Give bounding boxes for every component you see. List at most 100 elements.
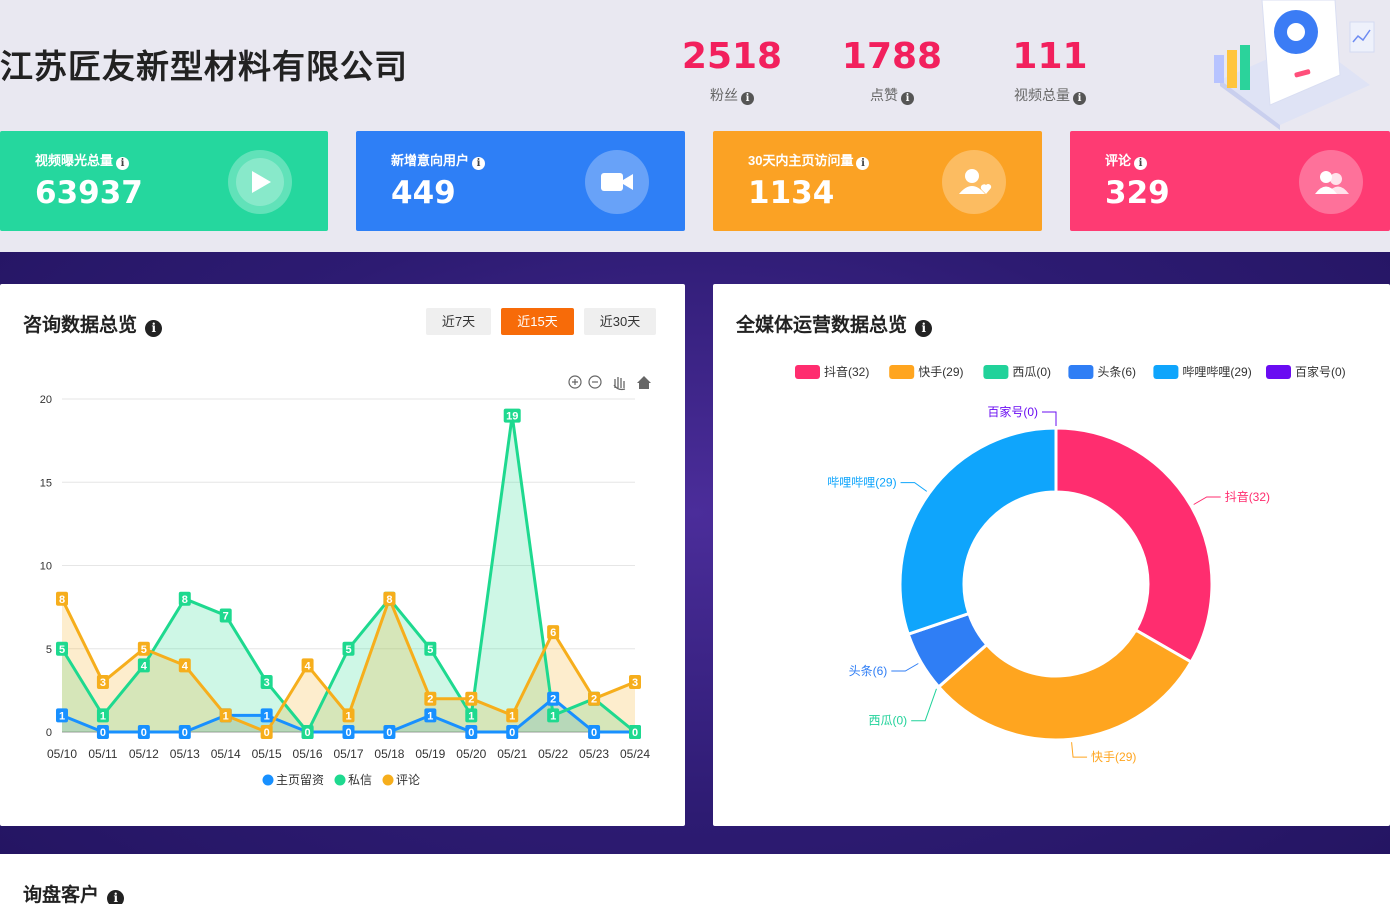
legend-item[interactable]: 评论 (382, 773, 421, 787)
data-label: 0 (468, 727, 474, 739)
data-point[interactable]: 0 (342, 725, 355, 739)
data-point[interactable]: 1 (219, 708, 232, 723)
data-point[interactable]: 5 (424, 641, 437, 656)
x-tick-label: 05/23 (579, 747, 609, 761)
info-icon[interactable]: i (1134, 157, 1148, 170)
data-point[interactable]: 1 (56, 708, 68, 723)
header: 江苏匠友新型材料有限公司 2518 粉丝 i 1788 点赞 i 111 视频总量 i… (0, 0, 1390, 252)
data-point[interactable]: 4 (137, 658, 150, 673)
data-label: 1 (100, 710, 106, 722)
home-reset-icon[interactable] (637, 376, 651, 389)
data-point[interactable]: 2 (588, 691, 601, 706)
x-tick-label: 05/19 (415, 747, 445, 761)
info-icon[interactable]: i (856, 157, 870, 170)
data-point[interactable]: 4 (301, 658, 314, 673)
data-point[interactable]: 8 (383, 591, 396, 606)
data-label: 0 (591, 727, 597, 739)
legend-item[interactable]: 哔哩哔哩(29) (1153, 365, 1252, 379)
data-point[interactable]: 0 (301, 725, 314, 739)
data-label: 0 (264, 727, 270, 739)
data-point[interactable]: 19 (503, 408, 521, 423)
data-point[interactable]: 0 (96, 725, 109, 739)
data-label: 8 (59, 594, 65, 606)
data-point[interactable]: 0 (260, 725, 273, 739)
info-icon[interactable]: i (116, 157, 130, 170)
data-label: 1 (345, 710, 351, 722)
info-icon[interactable]: i (107, 890, 125, 904)
y-tick-label: 0 (46, 727, 52, 739)
legend-item[interactable]: 快手(29) (889, 365, 964, 379)
data-point[interactable]: 7 (219, 608, 232, 623)
legend-item[interactable]: 西瓜(0) (983, 365, 1051, 379)
kpi-card-new-users[interactable]: 新增意向用户 i 449 (356, 131, 685, 231)
data-label: 5 (427, 644, 433, 656)
user-heart-icon (942, 150, 1006, 214)
data-point[interactable]: 5 (56, 641, 68, 656)
card-value: 449 (391, 175, 456, 211)
data-point[interactable]: 0 (178, 725, 191, 739)
slice-label: 哔哩哔哩(29) (827, 476, 896, 490)
card-title: 视频曝光总量 i (35, 150, 130, 170)
donut-slice[interactable] (898, 426, 1058, 637)
data-point[interactable]: 0 (137, 725, 150, 739)
data-point[interactable]: 0 (588, 725, 601, 739)
kpi-card-visits[interactable]: 30天内主页访问量 i 1134 (713, 131, 1042, 231)
donut-slice[interactable] (1054, 426, 1214, 665)
data-point[interactable]: 4 (178, 658, 191, 673)
data-label: 2 (591, 694, 597, 706)
data-point[interactable]: 8 (56, 591, 68, 606)
data-point[interactable]: 0 (506, 725, 519, 739)
data-label: 19 (506, 411, 518, 423)
kpi-card-comments[interactable]: 评论 i 329 (1070, 131, 1390, 231)
data-point[interactable]: 1 (465, 708, 478, 723)
video-camera-icon (585, 150, 649, 214)
data-point[interactable]: 0 (465, 725, 478, 739)
data-label: 0 (305, 727, 311, 739)
data-point[interactable]: 0 (383, 725, 396, 739)
zoom-out-icon[interactable] (588, 375, 602, 389)
data-point[interactable]: 1 (260, 708, 273, 723)
data-label: 1 (468, 710, 474, 722)
slice-label: 抖音(32) (1225, 489, 1270, 504)
data-point[interactable]: 5 (342, 641, 355, 656)
data-point[interactable]: 1 (547, 708, 560, 723)
y-tick-label: 15 (40, 477, 52, 489)
card-value: 1134 (748, 175, 835, 211)
data-label: 1 (59, 710, 65, 722)
data-point[interactable]: 2 (547, 691, 560, 706)
legend-label: 头条(6) (1097, 365, 1136, 379)
data-point[interactable]: 3 (629, 675, 641, 690)
legend-item[interactable]: 百家号(0) (1266, 364, 1346, 379)
data-point[interactable]: 1 (424, 708, 437, 723)
data-point[interactable]: 3 (260, 675, 273, 690)
data-label: 4 (305, 660, 312, 672)
info-icon[interactable]: i (1073, 92, 1086, 105)
data-point[interactable]: 0 (629, 725, 641, 739)
info-icon[interactable]: i (741, 92, 754, 105)
info-icon[interactable]: i (901, 92, 914, 105)
kpi-card-exposure[interactable]: 视频曝光总量 i 63937 (0, 131, 328, 231)
info-icon[interactable]: i (472, 157, 486, 170)
legend-item[interactable]: 头条(6) (1068, 365, 1136, 379)
data-point[interactable]: 1 (96, 708, 109, 723)
legend-item[interactable]: 私信 (334, 773, 373, 787)
data-point[interactable]: 1 (342, 708, 355, 723)
legend-item[interactable]: 抖音(32) (795, 364, 869, 379)
data-label: 0 (100, 727, 106, 739)
data-point[interactable]: 5 (137, 641, 150, 656)
data-point[interactable]: 2 (465, 691, 478, 706)
data-point[interactable]: 1 (506, 708, 519, 723)
data-point[interactable]: 8 (178, 591, 191, 606)
x-tick-label: 05/17 (333, 747, 363, 761)
x-tick-label: 05/21 (497, 747, 527, 761)
x-tick-label: 05/18 (374, 747, 404, 761)
zoom-in-icon[interactable] (568, 375, 582, 389)
card-title: 新增意向用户 i (391, 150, 486, 170)
data-point[interactable]: 6 (547, 625, 560, 640)
pan-hand-icon[interactable] (613, 377, 626, 391)
data-point[interactable]: 3 (96, 675, 109, 690)
data-label: 0 (386, 727, 392, 739)
data-point[interactable]: 2 (424, 691, 437, 706)
x-tick-label: 05/20 (456, 747, 486, 761)
legend-item[interactable]: 主页留资 (262, 773, 325, 787)
